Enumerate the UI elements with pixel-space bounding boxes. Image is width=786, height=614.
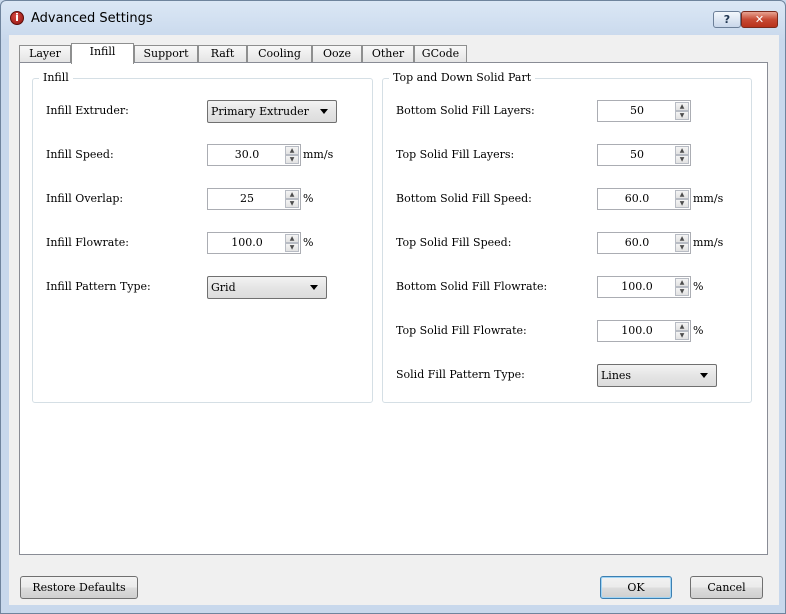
bottom-solid-layers-input[interactable]: 50 ▲ ▼ [597,100,691,122]
spin-up-icon[interactable]: ▲ [285,190,299,199]
infill-speed-label: Infill Speed: [46,148,114,161]
solid-pattern-label: Solid Fill Pattern Type: [396,368,525,381]
cancel-button[interactable]: Cancel [690,576,763,599]
bottom-solid-flowrate-value: 100.0 [621,280,653,293]
bottom-solid-speed-input[interactable]: 60.0 ▲ ▼ [597,188,691,210]
dialog-client-area: Layer Infill Support Raft Cooling Ooze O… [9,35,779,605]
advanced-settings-window: i Advanced Settings ? ✕ Layer Infill Sup… [0,0,786,614]
top-solid-flowrate-label: Top Solid Fill Flowrate: [396,324,527,337]
tab-other[interactable]: Other [362,45,414,63]
spin-down-icon[interactable]: ▼ [285,155,299,164]
bottom-solid-flowrate-input[interactable]: 100.0 ▲ ▼ [597,276,691,298]
ok-button[interactable]: OK [600,576,672,599]
infill-flowrate-label: Infill Flowrate: [46,236,129,249]
top-solid-layers-input[interactable]: 50 ▲ ▼ [597,144,691,166]
infill-speed-input[interactable]: 30.0 ▲ ▼ [207,144,301,166]
spin-up-icon[interactable]: ▲ [675,322,689,331]
infill-speed-value: 30.0 [234,148,260,161]
close-button[interactable]: ✕ [741,11,778,28]
solid-pattern-value: Lines [601,369,632,382]
bottom-solid-flowrate-label: Bottom Solid Fill Flowrate: [396,280,548,293]
top-solid-speed-value: 60.0 [624,236,650,249]
bottom-solid-speed-label: Bottom Solid Fill Speed: [396,192,532,205]
infill-overlap-label: Infill Overlap: [46,192,124,205]
spin-up-icon[interactable]: ▲ [285,234,299,243]
tab-layer[interactable]: Layer [19,45,71,63]
solid-part-group: Top and Down Solid Part Bottom Solid Fil… [382,71,752,403]
window-title: Advanced Settings [31,11,153,26]
spin-down-icon[interactable]: ▼ [675,111,689,120]
bottom-solid-layers-label: Bottom Solid Fill Layers: [396,104,535,117]
title-bar[interactable]: i Advanced Settings ? ✕ [1,1,785,35]
infill-extruder-select[interactable]: Primary Extruder [207,100,337,123]
tab-gcode[interactable]: GCode [414,45,467,63]
spin-down-icon[interactable]: ▼ [285,199,299,208]
app-icon: i [10,11,24,25]
infill-overlap-unit: % [303,192,314,205]
infill-overlap-input[interactable]: 25 ▲ ▼ [207,188,301,210]
tab-infill[interactable]: Infill [71,43,134,64]
spin-up-icon[interactable]: ▲ [675,190,689,199]
top-solid-flowrate-input[interactable]: 100.0 ▲ ▼ [597,320,691,342]
chevron-down-icon [700,373,708,378]
help-button[interactable]: ? [713,11,741,28]
spin-down-icon[interactable]: ▼ [675,243,689,252]
top-solid-speed-unit: mm/s [693,236,724,249]
tab-support[interactable]: Support [134,45,198,63]
spin-up-icon[interactable]: ▲ [675,278,689,287]
spin-down-icon[interactable]: ▼ [675,287,689,296]
spin-down-icon[interactable]: ▼ [675,331,689,340]
infill-flowrate-input[interactable]: 100.0 ▲ ▼ [207,232,301,254]
spin-up-icon[interactable]: ▲ [675,234,689,243]
infill-tab-panel: Infill Infill Extruder: Primary Extruder… [19,62,768,555]
bottom-solid-layers-value: 50 [630,104,644,117]
infill-pattern-select[interactable]: Grid [207,276,327,299]
chevron-down-icon [310,285,318,290]
infill-overlap-value: 25 [240,192,254,205]
top-solid-layers-value: 50 [630,148,644,161]
spin-down-icon[interactable]: ▼ [675,155,689,164]
infill-extruder-label: Infill Extruder: [46,104,129,117]
chevron-down-icon [320,109,328,114]
spin-up-icon[interactable]: ▲ [675,102,689,111]
bottom-solid-speed-value: 60.0 [624,192,650,205]
tab-cooling[interactable]: Cooling [247,45,312,63]
infill-group-title: Infill [39,71,73,84]
top-solid-speed-label: Top Solid Fill Speed: [396,236,512,249]
infill-pattern-value: Grid [211,281,236,294]
tab-raft[interactable]: Raft [198,45,247,63]
infill-flowrate-unit: % [303,236,314,249]
restore-defaults-button[interactable]: Restore Defaults [20,576,138,599]
infill-group: Infill Infill Extruder: Primary Extruder… [32,71,373,403]
top-solid-flowrate-unit: % [693,324,704,337]
bottom-solid-speed-unit: mm/s [693,192,724,205]
bottom-solid-flowrate-unit: % [693,280,704,293]
solid-group-title: Top and Down Solid Part [389,71,536,84]
infill-flowrate-value: 100.0 [231,236,263,249]
top-solid-flowrate-value: 100.0 [621,324,653,337]
solid-pattern-select[interactable]: Lines [597,364,717,387]
tab-ooze[interactable]: Ooze [312,45,362,63]
spin-up-icon[interactable]: ▲ [285,146,299,155]
spin-up-icon[interactable]: ▲ [675,146,689,155]
top-solid-layers-label: Top Solid Fill Layers: [396,148,515,161]
infill-extruder-value: Primary Extruder [211,105,309,118]
spin-down-icon[interactable]: ▼ [285,243,299,252]
infill-speed-unit: mm/s [303,148,334,161]
infill-pattern-label: Infill Pattern Type: [46,280,151,293]
top-solid-speed-input[interactable]: 60.0 ▲ ▼ [597,232,691,254]
spin-down-icon[interactable]: ▼ [675,199,689,208]
